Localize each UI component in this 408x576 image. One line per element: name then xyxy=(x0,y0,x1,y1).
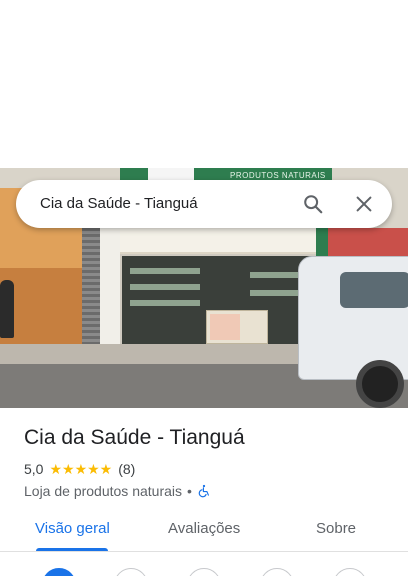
photo-van-wheel xyxy=(356,360,404,408)
rating-row[interactable]: 5,0 ★★★★★ (8) xyxy=(24,460,135,478)
separator-dot: • xyxy=(187,483,192,499)
active-tab-indicator xyxy=(36,548,108,551)
review-count[interactable]: (8) xyxy=(118,461,135,477)
send-to-phone-button[interactable] xyxy=(260,568,294,576)
place-title: Cia da Saúde - Tianguá xyxy=(24,426,245,449)
photo-shelf xyxy=(130,284,200,290)
directions-button[interactable] xyxy=(42,568,76,576)
nearby-button[interactable] xyxy=(187,568,221,576)
wheelchair-icon xyxy=(198,484,209,498)
search-bar[interactable]: Cia da Saúde - Tianguá xyxy=(16,180,392,228)
photo-sign-logo xyxy=(148,168,194,180)
rating-value: 5,0 xyxy=(24,461,44,477)
save-button[interactable] xyxy=(114,568,148,576)
action-buttons-row xyxy=(0,566,408,576)
photo-person xyxy=(0,280,14,338)
tab-avaliacoes[interactable]: Avaliações xyxy=(168,520,240,537)
place-category: Loja de produtos naturais xyxy=(24,483,182,499)
photo-poster xyxy=(210,314,240,340)
search-input[interactable]: Cia da Saúde - Tianguá xyxy=(40,195,198,212)
tab-sobre[interactable]: Sobre xyxy=(316,520,356,537)
tab-visao-geral[interactable]: Visão geral xyxy=(35,520,110,537)
photo-awning xyxy=(120,228,320,254)
photo-sign-text: PRODUTOS NATURAIS xyxy=(230,171,326,180)
photo-van-window xyxy=(340,272,408,308)
place-tabs: Visão geral Avaliações Sobre xyxy=(0,508,408,552)
category-row: Loja de produtos naturais • xyxy=(24,482,211,500)
share-button[interactable] xyxy=(333,568,367,576)
photo-shelf xyxy=(130,268,200,274)
star-rating: ★★★★★ xyxy=(49,460,113,477)
top-blank-area xyxy=(0,0,408,168)
search-icon[interactable] xyxy=(302,193,324,215)
photo-shelf xyxy=(130,300,200,306)
photo-pillar xyxy=(100,218,120,358)
close-icon[interactable] xyxy=(353,193,375,215)
